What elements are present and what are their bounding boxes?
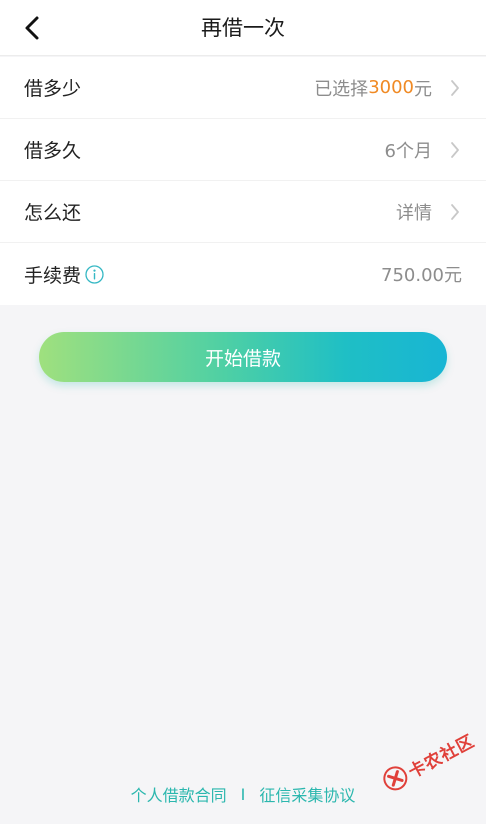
page-title: 再借一次 bbox=[201, 16, 285, 40]
personal-loan-contract-link[interactable]: 个人借款合同 bbox=[131, 782, 227, 806]
repayment-label: 怎么还 bbox=[24, 202, 82, 224]
back-button[interactable] bbox=[12, 8, 52, 48]
loan-amount-suffix: 元 bbox=[414, 78, 432, 100]
fee-label: 手续费 bbox=[24, 264, 82, 287]
chevron-right-icon bbox=[448, 140, 462, 160]
chevron-right-icon bbox=[448, 202, 462, 222]
chevron-right-icon bbox=[448, 78, 462, 98]
loan-amount-value: 已选择 3000 元 bbox=[314, 75, 462, 101]
loan-term-label: 借多久 bbox=[24, 140, 82, 162]
loan-amount-prefix: 已选择 bbox=[314, 78, 369, 100]
row-loan-term[interactable]: 借多久 6个月 bbox=[0, 119, 486, 181]
fee-amount: 750.00元 bbox=[381, 265, 462, 286]
loan-term-value-wrap: 6个月 bbox=[385, 137, 462, 163]
loan-term-value: 6个月 bbox=[384, 140, 432, 162]
loan-amount-label: 借多少 bbox=[24, 78, 82, 100]
row-repayment[interactable]: 怎么还 详情 bbox=[0, 181, 486, 243]
repayment-details-link: 详情 bbox=[396, 202, 432, 224]
info-icon[interactable] bbox=[85, 264, 104, 284]
loan-amount-number: 3000 bbox=[368, 77, 414, 98]
row-fee: 手续费 750.00元 bbox=[0, 243, 486, 305]
repayment-value-wrap: 详情 bbox=[396, 199, 462, 225]
loan-options-list: 借多少 已选择 3000 元 借多久 6个月 怎么还 详情 手续费 750.00… bbox=[0, 57, 486, 305]
footer-separator: I bbox=[240, 784, 246, 804]
footer-links: 个人借款合同 I 征信采集协议 bbox=[0, 780, 486, 808]
watermark-text: 卡农社区 bbox=[405, 730, 479, 783]
row-loan-amount[interactable]: 借多少 已选择 3000 元 bbox=[0, 57, 486, 119]
app-header: 再借一次 bbox=[0, 0, 486, 56]
credit-collection-agreement-link[interactable]: 征信采集协议 bbox=[259, 782, 355, 806]
fee-label-wrap: 手续费 bbox=[24, 261, 104, 288]
chevron-left-icon bbox=[25, 16, 39, 40]
start-loan-button[interactable]: 开始借款 bbox=[39, 332, 447, 382]
